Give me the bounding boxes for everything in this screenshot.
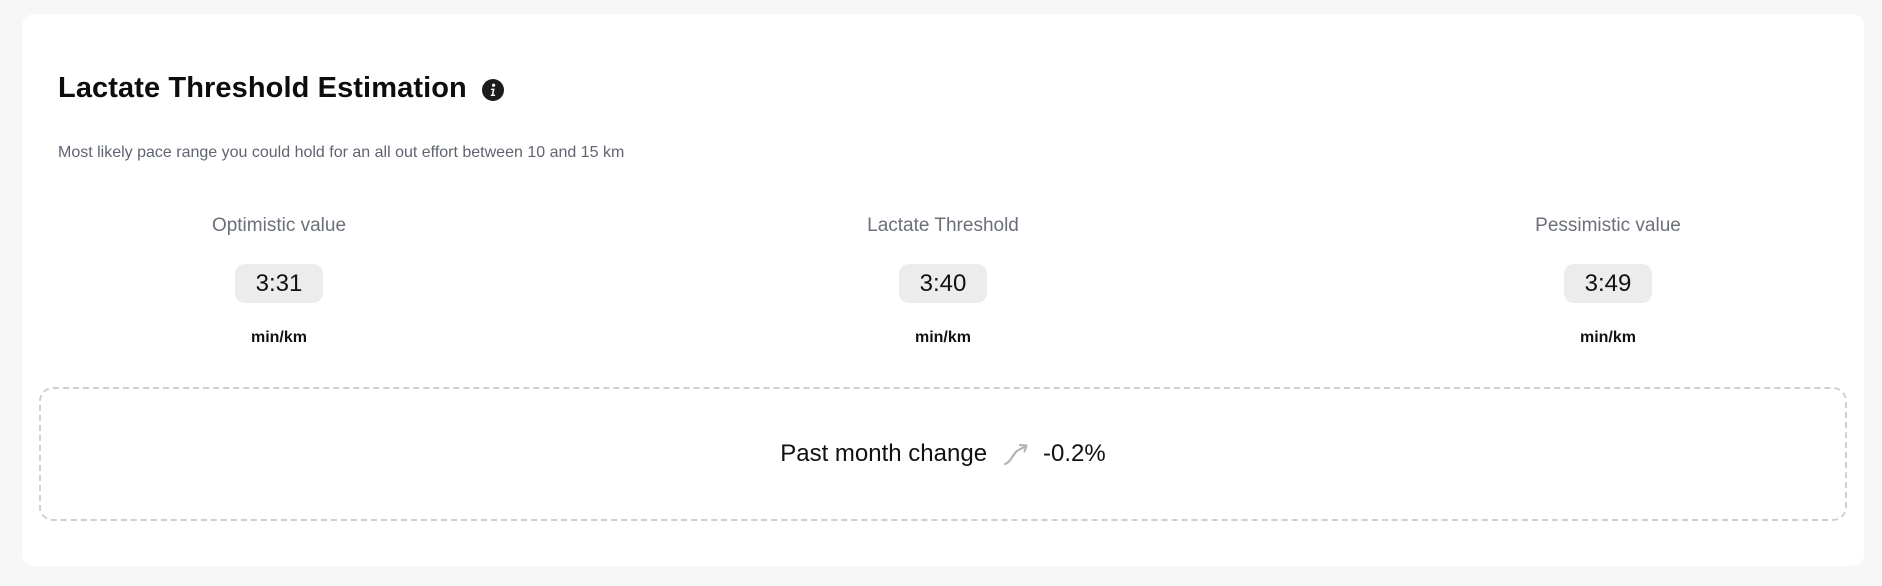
threshold-unit: min/km xyxy=(914,329,971,346)
pessimistic-label: Pessimistic value xyxy=(1535,215,1681,236)
threshold-label: Lactate Threshold xyxy=(867,215,1019,236)
past-month-change-box: Past month change -0.2% xyxy=(39,387,1847,521)
card-title: Lactate Threshold Estimation xyxy=(58,72,467,104)
pessimistic-pace-value: 3:49 xyxy=(1564,264,1652,303)
card-subtitle: Most likely pace range you could hold fo… xyxy=(58,144,625,161)
pessimistic-unit: min/km xyxy=(1579,329,1636,346)
threshold-pace-value: 3:40 xyxy=(899,264,987,303)
pace-estimates: Optimistic value 3:31 min/km Lactate Thr… xyxy=(22,214,1864,364)
past-month-change-value: -0.2% xyxy=(1043,440,1106,467)
lactate-threshold-card: Lactate Threshold Estimation Most likely… xyxy=(22,14,1864,566)
info-icon[interactable] xyxy=(481,78,505,102)
pessimistic-estimate: Pessimistic value 3:49 min/km xyxy=(1458,214,1758,347)
optimistic-unit: min/km xyxy=(250,329,307,346)
optimistic-estimate: Optimistic value 3:31 min/km xyxy=(129,214,429,347)
card-header: Lactate Threshold Estimation xyxy=(58,72,505,105)
trend-up-arrow-icon xyxy=(1001,441,1031,467)
optimistic-pace-value: 3:31 xyxy=(235,264,323,303)
threshold-estimate: Lactate Threshold 3:40 min/km xyxy=(793,214,1093,347)
past-month-change-label: Past month change xyxy=(780,440,988,467)
optimistic-label: Optimistic value xyxy=(211,215,347,236)
